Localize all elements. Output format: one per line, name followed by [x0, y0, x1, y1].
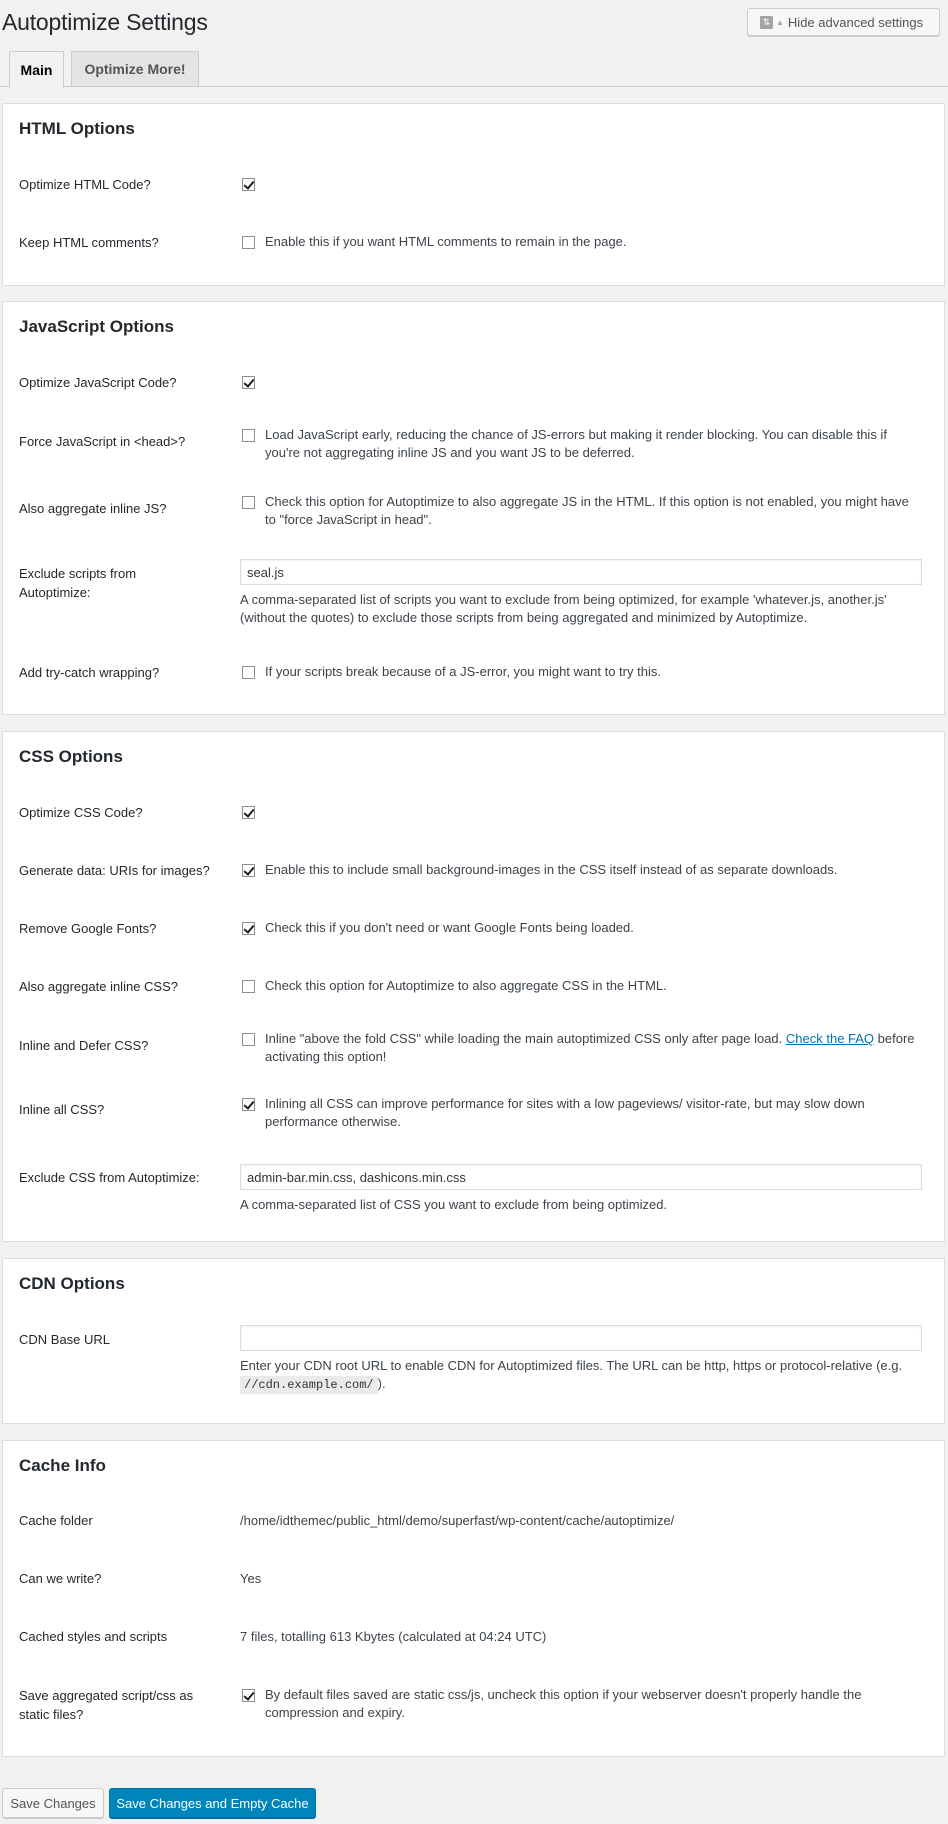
html-options-section: HTML Options Optimize HTML Code? Keep HT… — [2, 103, 945, 286]
keep-html-comments-label: Keep HTML comments? — [19, 235, 159, 250]
try-catch-checkbox[interactable] — [242, 666, 255, 679]
keep-html-comments-checkbox[interactable] — [242, 236, 255, 249]
inline-defer-css-label: Inline and Defer CSS? — [19, 1038, 149, 1053]
static-files-label: Save aggregated script/css as static fil… — [19, 1688, 194, 1722]
cdn-example-code: //cdn.example.com/ — [240, 1376, 378, 1394]
check-faq-link[interactable]: Check the FAQ — [786, 1031, 874, 1046]
try-catch-label: Add try-catch wrapping? — [19, 665, 160, 680]
exclude-css-label: Exclude CSS from Autoptimize: — [19, 1170, 200, 1185]
remove-google-fonts-label: Remove Google Fonts? — [19, 921, 157, 936]
inline-all-css-description: Inlining all CSS can improve performance… — [265, 1096, 865, 1129]
tab-main[interactable]: Main — [9, 51, 64, 88]
javascript-options-section: JavaScript Options Optimize JavaScript C… — [2, 301, 945, 715]
section-title: CDN Options — [19, 1274, 125, 1293]
optimize-js-label: Optimize JavaScript Code? — [19, 375, 177, 390]
cache-folder-label: Cache folder — [19, 1513, 93, 1528]
triangle-up-icon: ▲ — [776, 17, 784, 27]
aggregate-inline-css-checkbox[interactable] — [242, 980, 255, 993]
hide-advanced-settings-label: Hide advanced settings — [787, 14, 924, 30]
data-uris-checkbox[interactable] — [242, 864, 255, 877]
cdn-base-url-help: Enter your CDN root URL to enable CDN fo… — [240, 1357, 922, 1394]
exclude-scripts-input[interactable] — [240, 559, 922, 585]
aggregate-inline-js-checkbox[interactable] — [242, 496, 255, 509]
force-js-head-description: Load JavaScript early, reducing the chan… — [265, 427, 887, 460]
cdn-base-url-input[interactable] — [240, 1325, 922, 1351]
can-write-value: Yes — [240, 1571, 262, 1586]
aggregate-inline-css-label: Also aggregate inline CSS? — [19, 979, 178, 994]
aggregate-inline-css-description: Check this option for Autoptimize to als… — [265, 978, 667, 993]
hide-advanced-settings-button[interactable]: ⇅ ▲ Hide advanced settings — [747, 8, 940, 36]
save-and-empty-cache-button[interactable]: Save Changes and Empty Cache — [109, 1788, 316, 1818]
exclude-scripts-help: A comma-separated list of scripts you wa… — [240, 592, 887, 625]
remove-google-fonts-checkbox[interactable] — [242, 922, 255, 935]
cached-files-value: 7 files, totalling 613 Kbytes (calculate… — [240, 1629, 547, 1644]
exclude-css-help: A comma-separated list of CSS you want t… — [240, 1197, 668, 1212]
cache-info-section: Cache Info Cache folder /home/idthemec/p… — [2, 1440, 945, 1757]
can-write-label: Can we write? — [19, 1571, 102, 1586]
exclude-css-input[interactable] — [240, 1164, 922, 1190]
aggregate-inline-js-description: Check this option for Autoptimize to als… — [265, 494, 909, 527]
inline-all-css-checkbox[interactable] — [242, 1098, 255, 1111]
static-files-checkbox[interactable] — [242, 1689, 255, 1702]
cdn-base-url-label: CDN Base URL — [19, 1332, 111, 1347]
inline-all-css-label: Inline all CSS? — [19, 1102, 105, 1117]
remove-google-fonts-description: Check this if you don't need or want Goo… — [265, 920, 634, 935]
static-files-description: By default files saved are static css/js… — [265, 1687, 862, 1720]
section-title: HTML Options — [19, 119, 135, 138]
optimize-html-label: Optimize HTML Code? — [19, 177, 151, 192]
data-uris-label: Generate data: URIs for images? — [19, 863, 210, 878]
exclude-scripts-label: Exclude scripts from Autoptimize: — [19, 566, 137, 600]
cached-files-label: Cached styles and scripts — [19, 1629, 168, 1644]
inline-defer-css-text: Inline "above the fold CSS" while loadin… — [265, 1031, 786, 1046]
tab-optimize-more[interactable]: Optimize More! — [71, 51, 199, 86]
optimize-js-checkbox[interactable] — [242, 376, 255, 389]
section-title: CSS Options — [19, 747, 123, 766]
tab-bar: Main Optimize More! — [0, 51, 948, 88]
cdn-options-section: CDN Options CDN Base URL Enter your CDN … — [2, 1258, 945, 1424]
save-changes-button[interactable]: Save Changes — [2, 1788, 104, 1818]
section-title: JavaScript Options — [19, 317, 174, 336]
cdn-help-text: Enter your CDN root URL to enable CDN fo… — [240, 1358, 903, 1373]
aggregate-inline-js-label: Also aggregate inline JS? — [19, 501, 167, 516]
sliders-icon: ⇅ — [760, 15, 773, 29]
optimize-css-checkbox[interactable] — [242, 806, 255, 819]
cdn-help-text-after: ). — [377, 1376, 386, 1391]
section-title: Cache Info — [19, 1456, 106, 1475]
force-js-head-checkbox[interactable] — [242, 429, 255, 442]
inline-defer-css-description: Inline "above the fold CSS" while loadin… — [265, 1030, 922, 1066]
keep-html-comments-description: Enable this if you want HTML comments to… — [265, 234, 627, 249]
force-js-head-label: Force JavaScript in <head>? — [19, 434, 186, 449]
try-catch-description: If your scripts break because of a JS-er… — [265, 664, 661, 679]
optimize-html-checkbox[interactable] — [242, 178, 255, 191]
cache-folder-value: /home/idthemec/public_html/demo/superfas… — [240, 1513, 675, 1528]
inline-defer-css-checkbox[interactable] — [242, 1033, 255, 1046]
data-uris-description: Enable this to include small background-… — [265, 862, 838, 877]
page-title: Autoptimize Settings — [2, 9, 208, 35]
css-options-section: CSS Options Optimize CSS Code? Generate … — [2, 731, 945, 1242]
optimize-css-label: Optimize CSS Code? — [19, 805, 143, 820]
